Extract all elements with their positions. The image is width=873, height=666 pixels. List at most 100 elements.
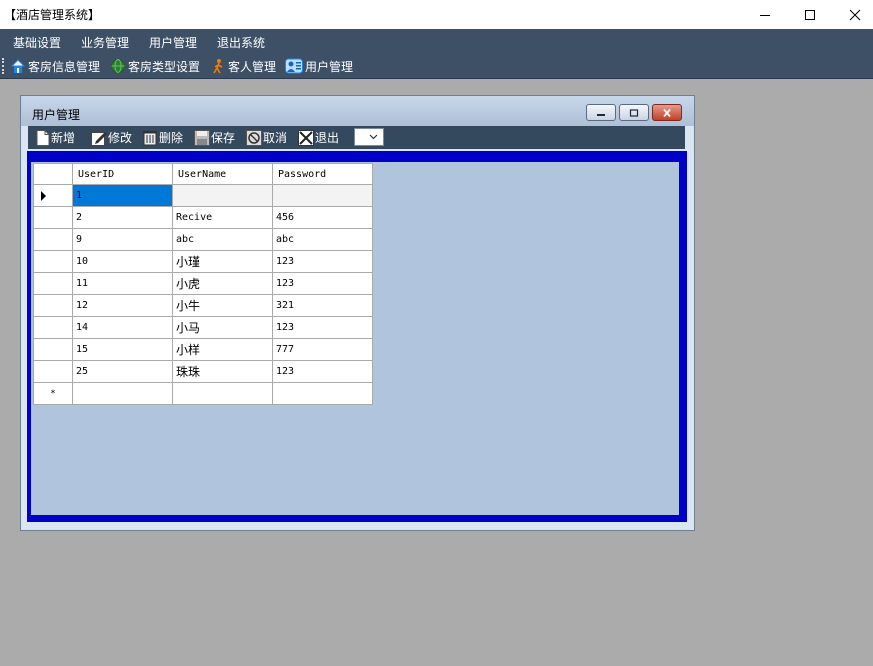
cell-userid[interactable]: 25: [72, 360, 173, 383]
table-row[interactable]: 14 小马 123: [33, 316, 373, 339]
cancel-icon: [246, 129, 262, 146]
cell-password[interactable]: 777: [272, 338, 373, 361]
cell-userid[interactable]: 11: [72, 272, 173, 295]
menu-exit-system[interactable]: 退出系统: [217, 34, 265, 51]
child-minimize-button[interactable]: [586, 104, 616, 121]
edit-button[interactable]: 修改: [91, 129, 132, 146]
delete-button[interactable]: 删除: [142, 129, 183, 146]
cancel-label: 取消: [263, 131, 288, 145]
cell-password[interactable]: 123: [272, 272, 373, 295]
row-header[interactable]: [33, 316, 73, 339]
cell-password[interactable]: 123: [272, 360, 373, 383]
cell-userid[interactable]: 15: [72, 338, 173, 361]
close-button[interactable]: [832, 0, 873, 29]
toolbar-room-info-button[interactable]: 客房信息管理: [10, 58, 100, 74]
add-button[interactable]: 新增: [36, 129, 75, 146]
cell-username[interactable]: 珠珠: [172, 360, 273, 383]
table-row[interactable]: 12 小牛 321: [33, 294, 373, 317]
exit-button[interactable]: 退出: [298, 129, 339, 146]
toolbar-user-label: 用户管理: [305, 59, 354, 74]
toolbar-guest-button[interactable]: 客人管理: [210, 58, 276, 74]
grid-header-row: UserID UserName Password: [33, 163, 373, 185]
add-label: 新增: [51, 131, 76, 145]
users-icon: [285, 58, 303, 74]
table-row[interactable]: 15 小样 777: [33, 338, 373, 361]
row-header[interactable]: [33, 206, 73, 229]
save-button[interactable]: 保存: [194, 129, 235, 146]
table-row[interactable]: 2 Recive 456: [33, 206, 373, 229]
cancel-button[interactable]: 取消: [246, 129, 287, 146]
cell-userid[interactable]: 2: [72, 206, 173, 229]
cell-username-new[interactable]: [172, 382, 273, 405]
close-icon: [663, 108, 671, 117]
maximize-icon: [805, 9, 815, 20]
house-icon: [10, 59, 26, 73]
form-toolbar: 新增 修改 删除 保存 取消 退出: [28, 126, 685, 149]
menu-basic-settings[interactable]: 基础设置: [13, 34, 61, 51]
cell-password-new[interactable]: [272, 382, 373, 405]
cell-username[interactable]: abc: [172, 228, 273, 251]
cell-userid[interactable]: 1: [72, 184, 173, 207]
maximize-button[interactable]: [787, 0, 833, 29]
row-header[interactable]: [33, 360, 73, 383]
table-row[interactable]: 11 小虎 123: [33, 272, 373, 295]
cell-password[interactable]: 456: [272, 206, 373, 229]
toolbar-room-type-button[interactable]: 客房类型设置: [110, 58, 200, 74]
cell-userid[interactable]: 10: [72, 250, 173, 273]
row-header-current[interactable]: [33, 184, 73, 207]
row-header-corner[interactable]: [33, 163, 73, 185]
cell-username[interactable]: 小牛: [172, 294, 273, 317]
toolbar-user-button[interactable]: 用户管理: [285, 58, 353, 74]
child-window-title: 用户管理: [32, 108, 81, 122]
restore-icon: [629, 108, 639, 117]
table-row[interactable]: 10 小瑾 123: [33, 250, 373, 273]
table-row[interactable]: 1: [33, 184, 373, 207]
app-title: 【酒店管理系统】: [4, 8, 101, 22]
cell-password[interactable]: 321: [272, 294, 373, 317]
edit-icon: [91, 131, 107, 146]
cell-password[interactable]: abc: [272, 228, 373, 251]
close-icon: [849, 9, 861, 20]
child-title-bar[interactable]: 用户管理: [21, 96, 694, 126]
minimize-button[interactable]: [742, 0, 788, 29]
menu-business[interactable]: 业务管理: [81, 34, 129, 51]
cell-username[interactable]: 小马: [172, 316, 273, 339]
new-document-icon: [36, 129, 50, 146]
cell-userid[interactable]: 9: [72, 228, 173, 251]
toolbar-dropdown[interactable]: [354, 128, 384, 146]
cell-password[interactable]: 123: [272, 250, 373, 273]
row-header[interactable]: [33, 272, 73, 295]
delete-label: 删除: [159, 131, 184, 145]
menu-user-management[interactable]: 用户管理: [149, 34, 197, 51]
cell-username[interactable]: 小虎: [172, 272, 273, 295]
cell-password[interactable]: 123: [272, 316, 373, 339]
user-grid[interactable]: UserID UserName Password 1 2 Recive 456: [33, 163, 373, 405]
globe-icon: [111, 59, 125, 73]
child-close-button[interactable]: [652, 104, 682, 121]
cell-userid[interactable]: 12: [72, 294, 173, 317]
column-header-userid[interactable]: UserID: [72, 163, 173, 185]
new-row-marker[interactable]: *: [33, 382, 73, 405]
row-header[interactable]: [33, 294, 73, 317]
column-header-username[interactable]: UserName: [172, 163, 273, 185]
toolbar-room-info-label: 客房信息管理: [28, 59, 101, 74]
cell-username[interactable]: [172, 184, 273, 207]
grid-container: UserID UserName Password 1 2 Recive 456: [31, 162, 679, 515]
table-row[interactable]: 25 珠珠 123: [33, 360, 373, 383]
new-row[interactable]: *: [33, 382, 373, 405]
cell-username[interactable]: 小瑾: [172, 250, 273, 273]
row-header[interactable]: [33, 228, 73, 251]
table-row[interactable]: 9 abc abc: [33, 228, 373, 251]
column-header-password[interactable]: Password: [272, 163, 373, 185]
child-restore-button[interactable]: [619, 104, 649, 121]
main-toolbar: 客房信息管理 客房类型设置 客人管理 用户管理: [0, 54, 873, 79]
title-bar: 【酒店管理系统】: [0, 0, 873, 29]
cell-userid-new[interactable]: [72, 382, 173, 405]
cell-username[interactable]: 小样: [172, 338, 273, 361]
row-header[interactable]: [33, 250, 73, 273]
cell-username[interactable]: Recive: [172, 206, 273, 229]
row-header[interactable]: [33, 338, 73, 361]
toolbar-grip[interactable]: [2, 58, 6, 74]
cell-userid[interactable]: 14: [72, 316, 173, 339]
cell-password[interactable]: [272, 184, 373, 207]
